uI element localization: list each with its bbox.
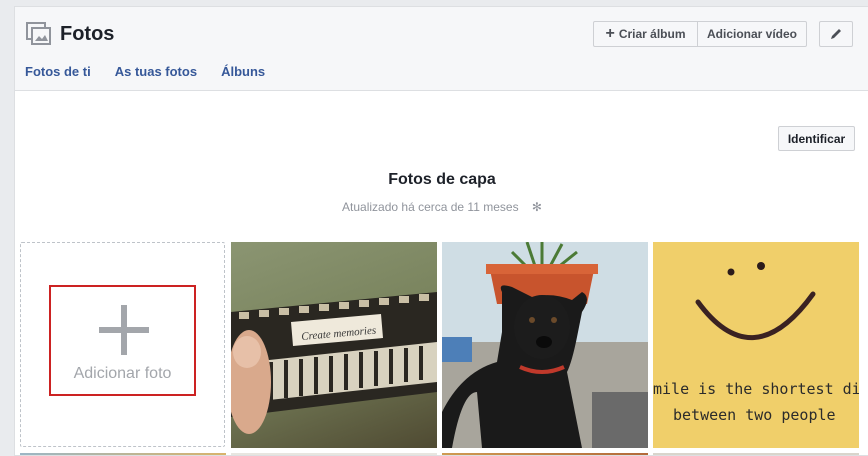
photos-header: Fotos + Criar álbum Adicionar vídeo Foto…: [15, 7, 868, 91]
gear-icon[interactable]: ✻: [532, 200, 542, 214]
tab-photos-of-you[interactable]: Fotos de ti: [25, 64, 91, 79]
album-updated: Atualizado há cerca de 11 meses ✻: [15, 200, 868, 214]
add-photo-tile[interactable]: Adicionar foto: [20, 242, 225, 447]
identify-button[interactable]: Identificar: [778, 126, 855, 151]
edit-button[interactable]: [819, 21, 853, 47]
quote-line-1: mile is the shortest dist: [653, 380, 859, 398]
photos-icon: [26, 22, 51, 45]
album-updated-text: Atualizado há cerca de 11 meses: [342, 200, 519, 214]
photos-tabs: Fotos de ti As tuas fotos Álbuns: [25, 64, 265, 79]
photo-tile[interactable]: [442, 242, 648, 448]
photo-tile[interactable]: Create memories: [231, 242, 437, 448]
tab-albums[interactable]: Álbuns: [221, 64, 265, 79]
quote-line-2: between two people: [673, 406, 836, 424]
plus-icon: +: [605, 25, 615, 42]
plus-icon: [99, 305, 149, 355]
pencil-icon: [831, 29, 841, 39]
page-title: Fotos: [60, 23, 115, 45]
smiley-photo: mile is the shortest dist between two pe…: [653, 242, 859, 448]
add-video-button[interactable]: Adicionar vídeo: [697, 21, 807, 47]
create-album-label: Criar álbum: [618, 27, 686, 41]
create-album-button[interactable]: + Criar álbum: [593, 21, 698, 47]
photo-tile[interactable]: mile is the shortest dist between two pe…: [653, 242, 859, 448]
dog-photo: [442, 242, 648, 448]
add-photo-label: Adicionar foto: [73, 365, 172, 382]
film-strip-photo: Create memories: [231, 292, 437, 434]
add-photo-highlight: Adicionar foto: [49, 285, 196, 396]
photos-panel: Fotos + Criar álbum Adicionar vídeo Foto…: [14, 6, 868, 456]
tab-your-photos[interactable]: As tuas fotos: [115, 64, 197, 79]
album-title: Fotos de capa: [388, 171, 496, 188]
